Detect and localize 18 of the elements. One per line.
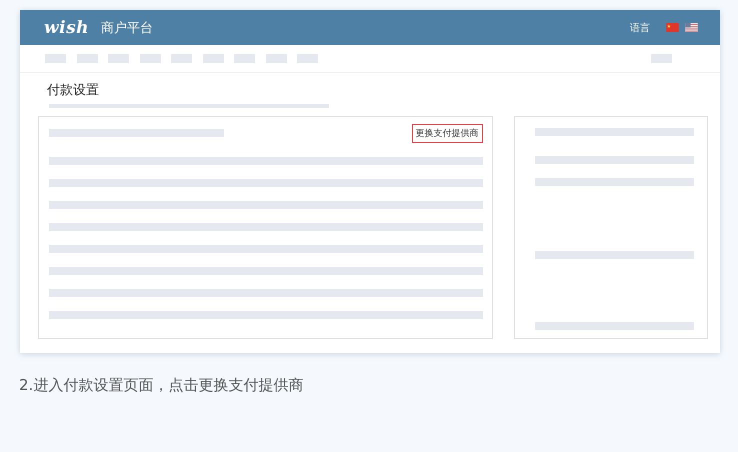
placeholder-bar — [266, 54, 286, 63]
placeholder-bar — [202, 54, 224, 63]
step-caption: 2.进入付款设置页面，点击更换支付提供商 — [19, 376, 304, 395]
placeholder-bar — [234, 54, 255, 63]
placeholder-bar — [76, 54, 98, 63]
placeholder-bar — [651, 54, 672, 63]
us-flag-icon[interactable] — [685, 23, 698, 32]
placeholder-bar — [108, 54, 129, 63]
placeholder-bar — [171, 54, 192, 63]
page-title: 付款设置 — [47, 82, 100, 99]
platform-title: 商户平台 — [101, 20, 154, 36]
change-provider-button[interactable]: 更换支付提供商 — [412, 124, 483, 142]
placeholder-bar — [297, 54, 318, 63]
placeholder-bar — [45, 54, 66, 63]
logo[interactable]: wish — [44, 18, 90, 38]
china-flag-icon[interactable] — [666, 23, 679, 32]
language-label[interactable]: 语言 — [630, 20, 650, 34]
placeholder-bar — [140, 54, 160, 63]
